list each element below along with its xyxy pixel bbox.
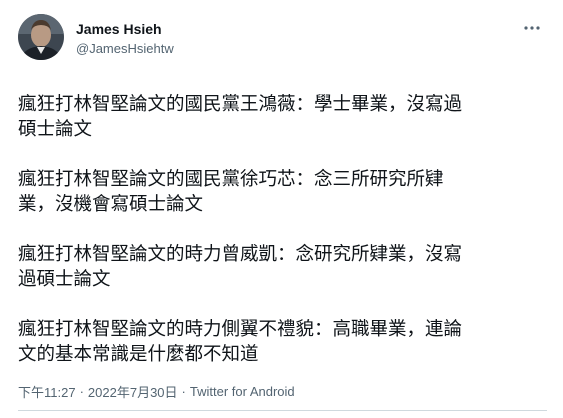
avatar[interactable] bbox=[18, 14, 64, 60]
tweet-paragraph: 瘋狂打林智堅論文的時力曾威凱：念研究所肄業，沒寫 過碩士論文 bbox=[18, 244, 463, 290]
tweet-card: James Hsieh @JamesHsiehtw 瘋狂打林智堅論文的國民黨王鴻… bbox=[0, 0, 563, 418]
user-handle[interactable]: @JamesHsiehtw bbox=[76, 39, 174, 58]
meta-separator: · bbox=[181, 384, 186, 399]
profile-photo-icon bbox=[18, 14, 64, 60]
user-info: James Hsieh @JamesHsiehtw bbox=[76, 20, 174, 58]
tweet-source[interactable]: Twitter for Android bbox=[190, 384, 295, 399]
tweet-text: 瘋狂打林智堅論文的國民黨王鴻薇：學士畢業，沒寫過 碩士論文 瘋狂打林智堅論文的國… bbox=[18, 92, 548, 367]
tweet-paragraph: 瘋狂打林智堅論文的時力側翼不禮貌：高職畢業，連論 文的基本常識是什麼都不知道 bbox=[18, 319, 463, 365]
tweet-paragraph: 瘋狂打林智堅論文的國民黨徐巧芯：念三所研究所肄 業，沒機會寫碩士論文 bbox=[18, 169, 444, 215]
tweet-header: James Hsieh @JamesHsiehtw bbox=[18, 14, 547, 66]
tweet-date[interactable]: 2022年7月30日 bbox=[88, 382, 178, 401]
meta-separator: · bbox=[79, 384, 84, 399]
tweet-time[interactable]: 下午11:27 bbox=[18, 382, 76, 401]
tweet-paragraph: 瘋狂打林智堅論文的國民黨王鴻薇：學士畢業，沒寫過 碩士論文 bbox=[18, 94, 463, 140]
tweet-metadata: 下午11:27 · 2022年7月30日 · Twitter for Andro… bbox=[18, 382, 295, 401]
divider bbox=[18, 410, 547, 411]
display-name[interactable]: James Hsieh bbox=[76, 20, 174, 39]
more-options-icon[interactable] bbox=[517, 18, 547, 38]
